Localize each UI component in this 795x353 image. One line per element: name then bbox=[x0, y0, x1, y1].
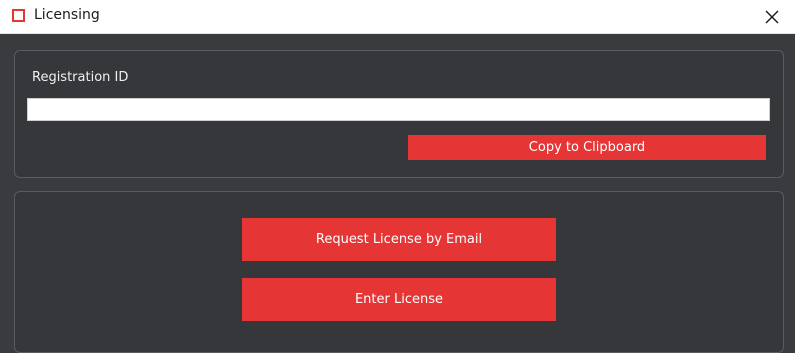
close-button[interactable] bbox=[749, 0, 795, 33]
close-icon bbox=[765, 10, 779, 23]
app-square-icon bbox=[12, 9, 25, 22]
license-actions-group bbox=[14, 191, 784, 353]
copy-to-clipboard-button[interactable]: Copy to Clipboard bbox=[408, 135, 766, 160]
request-license-by-email-button[interactable]: Request License by Email bbox=[242, 218, 556, 261]
window-body: Registration ID Copy to Clipboard Reques… bbox=[0, 34, 795, 353]
window-title: Licensing bbox=[34, 7, 100, 23]
registration-id-label: Registration ID bbox=[32, 70, 129, 85]
enter-license-button[interactable]: Enter License bbox=[242, 278, 556, 321]
title-bar: Licensing bbox=[0, 0, 795, 34]
registration-id-field[interactable] bbox=[27, 98, 770, 121]
